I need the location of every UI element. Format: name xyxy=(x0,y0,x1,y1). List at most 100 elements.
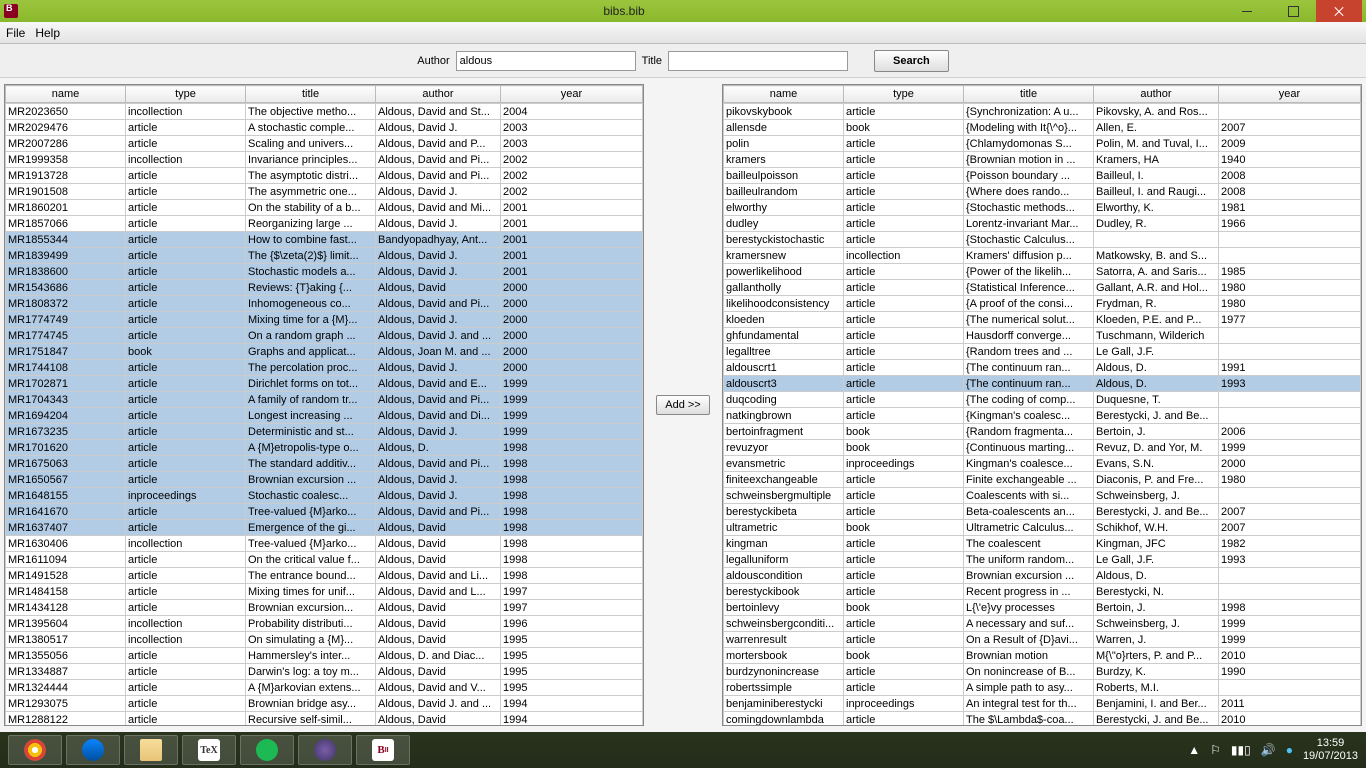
col-header-name[interactable]: name xyxy=(6,86,126,103)
taskbar-eclipse[interactable] xyxy=(298,735,352,765)
minimize-button[interactable] xyxy=(1224,0,1270,22)
table-row[interactable]: MR1774745articleOn a random graph ...Ald… xyxy=(6,328,643,344)
table-row[interactable]: ghfundamentalarticleHausdorff converge..… xyxy=(724,328,1361,344)
col-header-year[interactable]: year xyxy=(501,86,643,103)
table-row[interactable]: MR1744108articleThe percolation proc...A… xyxy=(6,360,643,376)
table-row[interactable]: MR1701620articleA {M}etropolis-type o...… xyxy=(6,440,643,456)
table-row[interactable]: schweinsbergconditi...articleA necessary… xyxy=(724,616,1361,632)
table-row[interactable]: MR1630406incollectionTree-valued {M}arko… xyxy=(6,536,643,552)
table-row[interactable]: MR1543686articleReviews: {T}aking {...Al… xyxy=(6,280,643,296)
table-row[interactable]: MR1751847bookGraphs and applicat...Aldou… xyxy=(6,344,643,360)
tray-flag-icon[interactable]: ⚐ xyxy=(1210,743,1221,757)
tray-volume-icon[interactable]: 🔊 xyxy=(1261,743,1276,757)
table-row[interactable]: legalltreearticle{Random trees and ...Le… xyxy=(724,344,1361,360)
table-row[interactable]: comingdownlambdaarticleThe $\Lambda$-coa… xyxy=(724,712,1361,726)
table-row[interactable]: finiteexchangeablearticleFinite exchange… xyxy=(724,472,1361,488)
table-row[interactable]: MR1857066articleReorganizing large ...Al… xyxy=(6,216,643,232)
tray-globe-icon[interactable]: ● xyxy=(1286,743,1293,757)
table-row[interactable]: MR1855344articleHow to combine fast...Ba… xyxy=(6,232,643,248)
maximize-button[interactable] xyxy=(1270,0,1316,22)
table-row[interactable]: allensdebook{Modeling with It{\^o}...All… xyxy=(724,120,1361,136)
table-row[interactable]: evansmetricinproceedingsKingman's coales… xyxy=(724,456,1361,472)
table-row[interactable]: MR1673235articleDeterministic and st...A… xyxy=(6,424,643,440)
table-row[interactable]: elworthyarticle{Stochastic methods...Elw… xyxy=(724,200,1361,216)
table-row[interactable]: MR1675063articleThe standard additiv...A… xyxy=(6,456,643,472)
right-table-body[interactable]: pikovskybookarticle{Synchronization: A u… xyxy=(723,103,1361,725)
taskbar-spotify[interactable] xyxy=(240,735,294,765)
table-row[interactable]: gallanthollyarticle{Statistical Inferenc… xyxy=(724,280,1361,296)
table-row[interactable]: MR2007286articleScaling and univers...Al… xyxy=(6,136,643,152)
menu-file[interactable]: File xyxy=(6,26,25,40)
table-row[interactable]: kingmanarticleThe coalescentKingman, JFC… xyxy=(724,536,1361,552)
table-row[interactable]: ultrametricbookUltrametric Calculus...Sc… xyxy=(724,520,1361,536)
menu-help[interactable]: Help xyxy=(35,26,60,40)
table-row[interactable]: MR1702871articleDirichlet forms on tot..… xyxy=(6,376,643,392)
table-row[interactable]: MR1913728articleThe asymptotic distri...… xyxy=(6,168,643,184)
table-row[interactable]: pikovskybookarticle{Synchronization: A u… xyxy=(724,104,1361,120)
tray-clock[interactable]: 13:59 19/07/2013 xyxy=(1303,737,1358,763)
col-header-title[interactable]: title xyxy=(964,86,1094,103)
table-row[interactable]: MR1637407articleEmergence of the gi...Al… xyxy=(6,520,643,536)
table-row[interactable]: berestyckibookarticleRecent progress in … xyxy=(724,584,1361,600)
close-button[interactable] xyxy=(1316,0,1362,22)
taskbar-tex[interactable]: TeX xyxy=(182,735,236,765)
table-row[interactable]: MR2029476articleA stochastic comple...Al… xyxy=(6,120,643,136)
title-input[interactable] xyxy=(668,51,848,71)
table-row[interactable]: legalluniformarticleThe uniform random..… xyxy=(724,552,1361,568)
table-row[interactable]: kramersnewincollectionKramers' diffusion… xyxy=(724,248,1361,264)
author-input[interactable] xyxy=(456,51,636,71)
table-row[interactable]: burdzynonincreasearticleOn nonincrease o… xyxy=(724,664,1361,680)
table-row[interactable]: mortersbookbookBrownian motionM{\"o}rter… xyxy=(724,648,1361,664)
table-row[interactable]: duqcodingarticle{The coding of comp...Du… xyxy=(724,392,1361,408)
search-button[interactable]: Search xyxy=(874,50,949,72)
table-row[interactable]: MR1808372articleInhomogeneous co...Aldou… xyxy=(6,296,643,312)
col-header-author[interactable]: author xyxy=(376,86,501,103)
col-header-name[interactable]: name xyxy=(724,86,844,103)
table-row[interactable]: MR1641670articleTree-valued {M}arko...Al… xyxy=(6,504,643,520)
table-row[interactable]: MR1334887articleDarwin's log: a toy m...… xyxy=(6,664,643,680)
tray-wifi-icon[interactable]: ▮▮▯ xyxy=(1231,743,1251,757)
table-row[interactable]: MR1484158articleMixing times for unif...… xyxy=(6,584,643,600)
table-row[interactable]: MR1491528articleThe entrance bound...Ald… xyxy=(6,568,643,584)
table-row[interactable]: bailleulpoissonarticle{Poisson boundary … xyxy=(724,168,1361,184)
table-row[interactable]: MR1901508articleThe asymmetric one...Ald… xyxy=(6,184,643,200)
table-row[interactable]: MR1999358incollectionInvariance principl… xyxy=(6,152,643,168)
left-table-body[interactable]: MR2023650incollectionThe objective metho… xyxy=(5,103,643,725)
taskbar-chrome[interactable] xyxy=(8,735,62,765)
col-header-year[interactable]: year xyxy=(1219,86,1361,103)
col-header-title[interactable]: title xyxy=(246,86,376,103)
col-header-type[interactable]: type xyxy=(126,86,246,103)
table-row[interactable]: warrenresultarticleOn a Result of {D}avi… xyxy=(724,632,1361,648)
table-row[interactable]: MR1650567articleBrownian excursion ...Al… xyxy=(6,472,643,488)
table-row[interactable]: aldouscrt1article{The continuum ran...Al… xyxy=(724,360,1361,376)
table-row[interactable]: bertoinfragmentbook{Random fragmenta...B… xyxy=(724,424,1361,440)
table-row[interactable]: dudleyarticleLorentz-invariant Mar...Dud… xyxy=(724,216,1361,232)
table-row[interactable]: MR1288122articleRecursive self-simil...A… xyxy=(6,712,643,726)
table-row[interactable]: aldouscrt3article{The continuum ran...Al… xyxy=(724,376,1361,392)
table-row[interactable]: revuzyorbook{Continuous marting...Revuz,… xyxy=(724,440,1361,456)
add-button[interactable]: Add >> xyxy=(656,395,709,415)
table-row[interactable]: likelihoodconsistencyarticle{A proof of … xyxy=(724,296,1361,312)
table-row[interactable]: bailleulrandomarticle{Where does rando..… xyxy=(724,184,1361,200)
table-row[interactable]: MR1434128articleBrownian excursion...Ald… xyxy=(6,600,643,616)
table-row[interactable]: MR1380517incollectionOn simulating a {M}… xyxy=(6,632,643,648)
table-row[interactable]: MR1324444articleA {M}arkovian extens...A… xyxy=(6,680,643,696)
table-row[interactable]: MR1860201articleOn the stability of a b.… xyxy=(6,200,643,216)
table-row[interactable]: berestyckibetaarticleBeta-coalescents an… xyxy=(724,504,1361,520)
col-header-type[interactable]: type xyxy=(844,86,964,103)
table-row[interactable]: MR1704343articleA family of random tr...… xyxy=(6,392,643,408)
table-row[interactable]: MR1694204articleLongest increasing ...Al… xyxy=(6,408,643,424)
table-row[interactable]: robertssimplearticleA simple path to asy… xyxy=(724,680,1361,696)
taskbar-thunderbird[interactable] xyxy=(66,735,120,765)
table-row[interactable]: polinarticle{Chlamydomonas S...Polin, M.… xyxy=(724,136,1361,152)
table-row[interactable]: aldousconditionarticleBrownian excursion… xyxy=(724,568,1361,584)
table-row[interactable]: MR1355056articleHammersley's inter...Ald… xyxy=(6,648,643,664)
taskbar-explorer[interactable] xyxy=(124,735,178,765)
col-header-author[interactable]: author xyxy=(1094,86,1219,103)
table-row[interactable]: MR2023650incollectionThe objective metho… xyxy=(6,104,643,120)
table-row[interactable]: benjaminiberestyckiinproceedingsAn integ… xyxy=(724,696,1361,712)
table-row[interactable]: MR1293075articleBrownian bridge asy...Al… xyxy=(6,696,643,712)
table-row[interactable]: MR1774749articleMixing time for a {M}...… xyxy=(6,312,643,328)
tray-chevron-icon[interactable]: ▲ xyxy=(1188,743,1200,757)
table-row[interactable]: MR1395604incollectionProbability distrib… xyxy=(6,616,643,632)
